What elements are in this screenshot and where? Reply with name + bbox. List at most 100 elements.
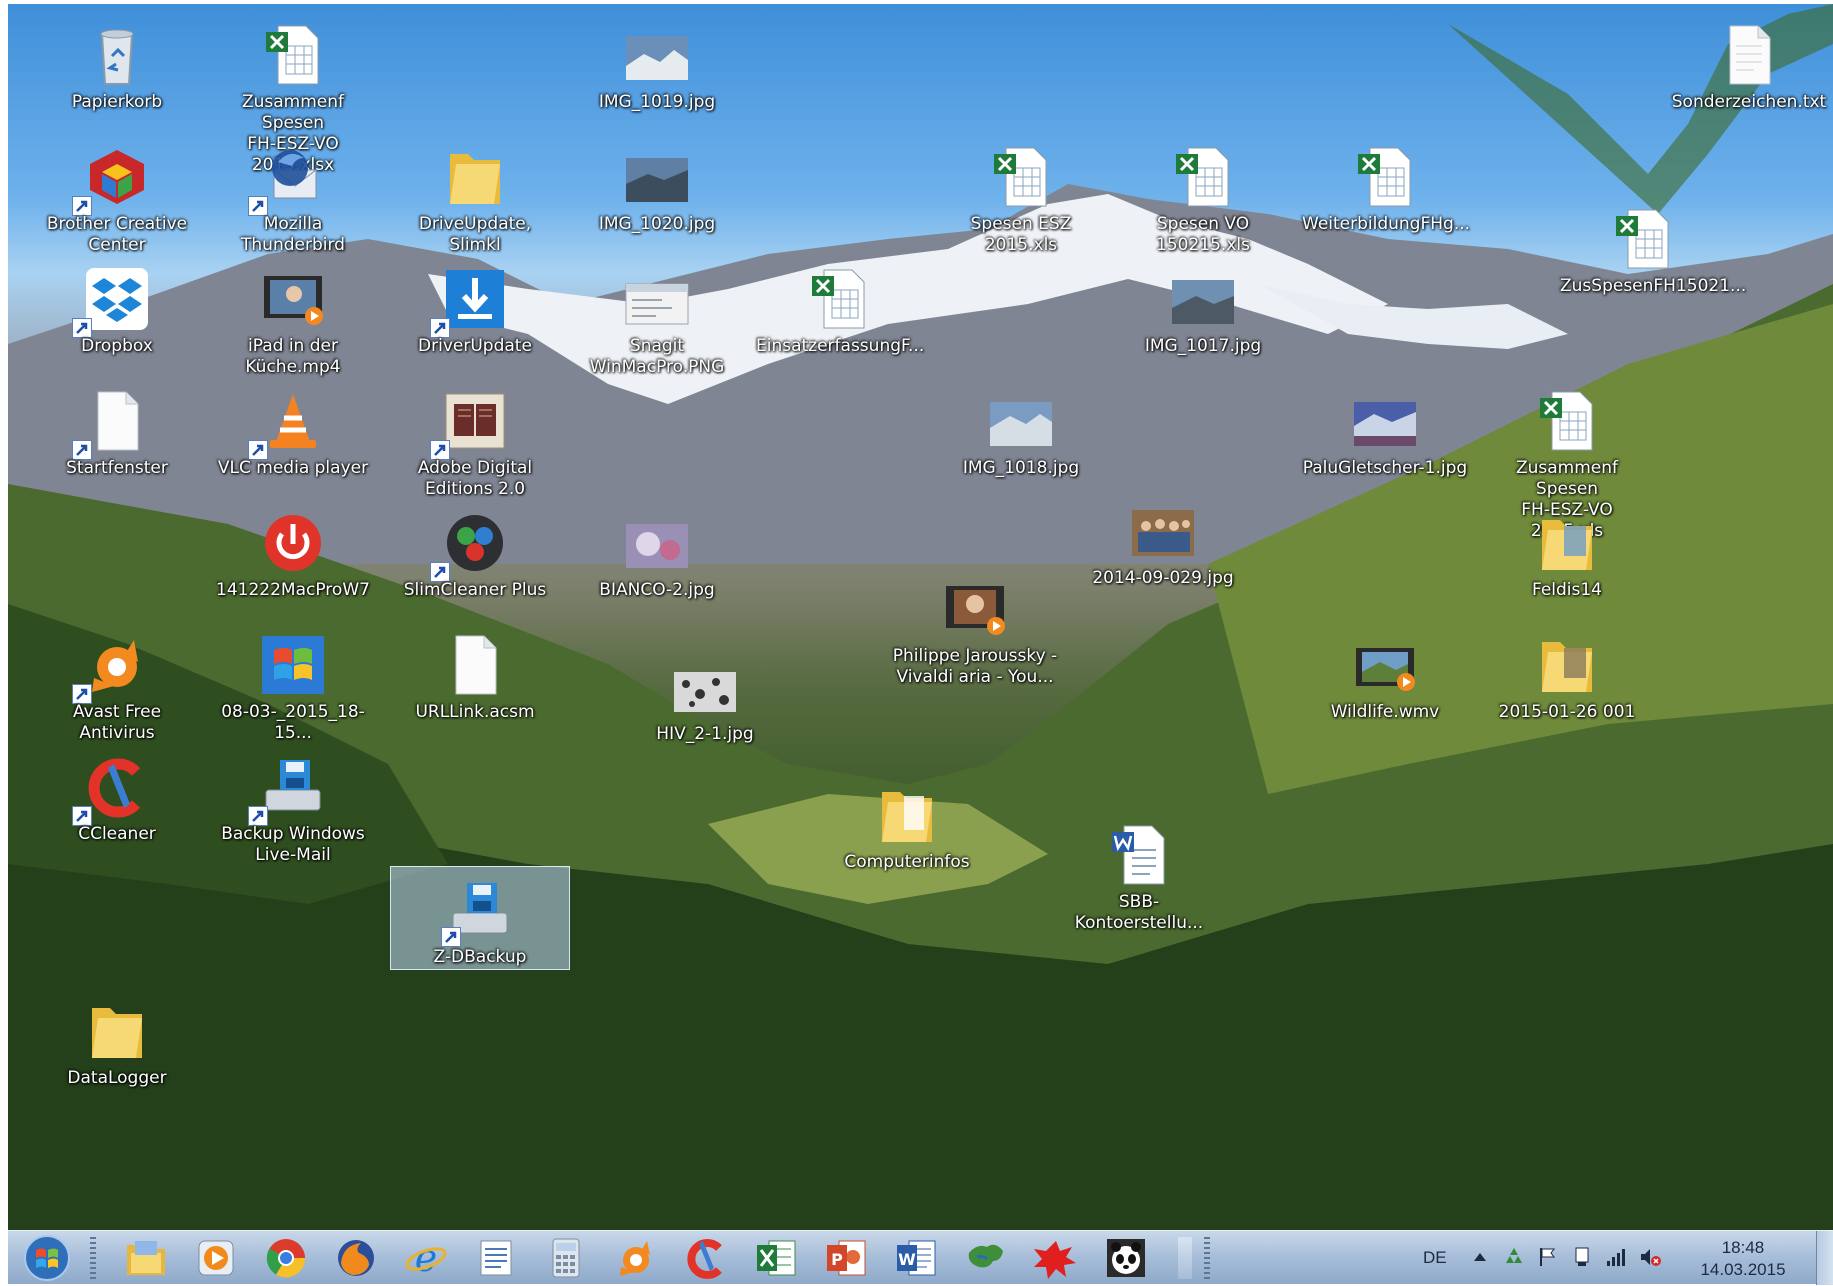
word-icon[interactable]: W bbox=[890, 1235, 942, 1281]
desktop-icon-hiv-2-1[interactable]: HIV_2-1.jpg bbox=[620, 644, 790, 764]
desktop-icon-philippe-jaroussky[interactable]: Philippe Jaroussky - Vivaldi aria - You.… bbox=[890, 566, 1060, 687]
icon-label: SlimCleaner Plus bbox=[403, 580, 547, 600]
desktop-icon-slimcleaner-plus[interactable]: SlimCleaner Plus bbox=[390, 500, 560, 620]
map-icon[interactable] bbox=[960, 1235, 1012, 1281]
desktop-icon-z-dbackup[interactable]: Z-DBackup bbox=[390, 866, 570, 970]
desktop-icon-img-1017[interactable]: IMG_1017.jpg bbox=[1118, 256, 1288, 376]
desktop-icon-palugletscher[interactable]: PaluGletscher-1.jpg bbox=[1300, 378, 1470, 498]
start-button[interactable] bbox=[20, 1234, 74, 1282]
network-signal-icon[interactable] bbox=[1604, 1245, 1628, 1269]
image-file-icon bbox=[988, 388, 1054, 454]
shortcut-arrow-icon bbox=[72, 806, 92, 826]
desktop-icon-startfenster[interactable]: Startfenster bbox=[32, 378, 202, 498]
desktop-icon-sonderzeichen[interactable]: Sonderzeichen.txt bbox=[1664, 12, 1833, 132]
firefox-icon[interactable] bbox=[330, 1235, 382, 1281]
excel-file-icon bbox=[806, 266, 872, 332]
powerpoint-icon[interactable]: P bbox=[820, 1235, 872, 1281]
desktop-icon-urllink[interactable]: URLLink.acsm bbox=[390, 622, 560, 742]
icon-label: Sonderzeichen.txt bbox=[1671, 92, 1827, 112]
language-indicator[interactable]: DE bbox=[1423, 1248, 1447, 1268]
image-file-icon bbox=[672, 654, 738, 720]
safely-remove-hardware-icon[interactable] bbox=[1570, 1245, 1594, 1269]
desktop-icon-adobe-digital-editions[interactable]: Adobe Digital Editions 2.0 bbox=[390, 378, 560, 499]
panda-icon[interactable] bbox=[1100, 1235, 1152, 1281]
desktop-icon-bianco-2[interactable]: BIANCO-2.jpg bbox=[572, 500, 742, 620]
image-file-icon bbox=[1170, 266, 1236, 332]
desktop-icon-dropbox[interactable]: Dropbox bbox=[32, 256, 202, 376]
volume-muted-icon[interactable] bbox=[1638, 1245, 1662, 1269]
desktop-icon-vlc[interactable]: VLC media player bbox=[208, 378, 378, 498]
desktop-icon-zusammenf-spesen-xls[interactable]: Zusammenf Spesen FH-ESZ-VO 2015.xls bbox=[1482, 378, 1652, 541]
brother-creative-center-icon bbox=[84, 144, 150, 210]
desktop-icon-thunderbird[interactable]: Mozilla Thunderbird bbox=[208, 134, 378, 255]
desktop-icon-img-1020[interactable]: IMG_1020.jpg bbox=[572, 134, 742, 254]
desktop-icon-ccleaner[interactable]: CCleaner bbox=[32, 744, 202, 864]
icon-label: Spesen VO 150215.xls bbox=[1156, 214, 1250, 255]
icon-label: Philippe Jaroussky - Vivaldi aria - You.… bbox=[892, 646, 1058, 687]
icon-label: 08-03-_2015_18-15... bbox=[221, 702, 365, 743]
desktop-icon-snagit-png[interactable]: Snagit WinMacPro.PNG bbox=[572, 256, 742, 377]
desktop-icon-2014-09-029[interactable]: 2014-09-029.jpg bbox=[1078, 488, 1248, 608]
action-center-flag-icon[interactable] bbox=[1536, 1245, 1560, 1269]
clock[interactable]: 18:48 14.03.2015 bbox=[1688, 1237, 1798, 1281]
icon-label: Computerinfos bbox=[844, 852, 970, 872]
show-desktop-button[interactable] bbox=[1816, 1231, 1833, 1285]
desktop-icon-screenshot-image[interactable]: 08-03-_2015_18-15... bbox=[208, 622, 378, 743]
shortcut-arrow-icon bbox=[248, 440, 268, 460]
desktop[interactable]: Papierkorb Brother Creative Center Dropb… bbox=[8, 4, 1833, 1230]
icon-label: Papierkorb bbox=[71, 92, 163, 112]
desktop-icon-recycle-bin[interactable]: Papierkorb bbox=[32, 12, 202, 132]
desktop-icon-computerinfos[interactable]: Computerinfos bbox=[822, 772, 992, 892]
avast-icon[interactable] bbox=[610, 1235, 662, 1281]
power-icon bbox=[260, 510, 326, 576]
desktop-icon-zusammenf-spesen-xlsx[interactable]: Zusammenf Spesen FH-ESZ-VO 2015.xlsx bbox=[208, 12, 378, 175]
desktop-icon-avast[interactable]: Avast Free Antivirus bbox=[32, 622, 202, 743]
desktop-icon-ipad-video[interactable]: iPad in der Küche.mp4 bbox=[208, 256, 378, 377]
desktop-icon-spesen-vo[interactable]: Spesen VO 150215.xls bbox=[1118, 134, 1288, 255]
desktop-icon-spesen-esz[interactable]: Spesen ESZ 2015.xls bbox=[936, 134, 1106, 255]
blank-file-icon bbox=[442, 632, 508, 698]
desktop-icon-sbb-kontoerstellung[interactable]: SBB-Kontoerstellu... bbox=[1054, 812, 1224, 933]
taskbar-grip[interactable] bbox=[1204, 1237, 1210, 1279]
recycle-tray-icon[interactable] bbox=[1502, 1245, 1526, 1269]
excel-icon[interactable] bbox=[750, 1235, 802, 1281]
desktop-icon-driverupdate[interactable]: DriverUpdate bbox=[390, 256, 560, 376]
desktop-icon-141222macprow7[interactable]: 141222MacProW7 bbox=[208, 500, 378, 620]
desktop-icon-wildlife-wmv[interactable]: Wildlife.wmv bbox=[1300, 622, 1470, 742]
video-file-icon bbox=[1352, 632, 1418, 698]
desktop-icon-backup-windows-live-mail[interactable]: Backup Windows Live-Mail bbox=[208, 744, 378, 865]
media-player-icon[interactable] bbox=[190, 1235, 242, 1281]
desktop-icon-img-1019[interactable]: IMG_1019.jpg bbox=[572, 12, 742, 132]
icon-label: WeiterbildungFHg... bbox=[1302, 214, 1471, 234]
show-hidden-icons-chevron-up-icon[interactable] bbox=[1468, 1245, 1492, 1269]
excel-file-icon bbox=[1170, 144, 1236, 210]
desktop-icon-2015-01-26-001[interactable]: 2015-01-26 001 bbox=[1482, 622, 1652, 742]
desktop-icon-feldis14[interactable]: Feldis14 bbox=[1482, 500, 1652, 620]
taskbar-grip[interactable] bbox=[90, 1237, 96, 1279]
calculator-icon[interactable] bbox=[540, 1235, 592, 1281]
desktop-icon-weiterbildung[interactable]: WeiterbildungFHg... bbox=[1300, 134, 1470, 254]
red-splash-icon[interactable] bbox=[1030, 1235, 1082, 1281]
icon-label: DriveUpdate, Slimkl bbox=[418, 214, 532, 255]
desktop-icon-brother-creative-center[interactable]: Brother Creative Center bbox=[32, 134, 202, 255]
desktop-icon-driveupdate-folder[interactable]: DriveUpdate, Slimkl bbox=[390, 134, 560, 255]
wordpad-icon[interactable] bbox=[470, 1235, 522, 1281]
explorer-icon[interactable] bbox=[120, 1235, 172, 1281]
internet-explorer-icon[interactable]: e bbox=[400, 1235, 452, 1281]
driver-update-icon bbox=[442, 266, 508, 332]
taskbar-scroll-button[interactable] bbox=[1178, 1237, 1192, 1279]
icon-label: IMG_1018.jpg bbox=[962, 458, 1080, 478]
desktop-icon-zusspesenfh[interactable]: ZusSpesenFH15021... bbox=[1558, 196, 1746, 316]
chrome-icon[interactable] bbox=[260, 1235, 312, 1281]
icon-label: DataLogger bbox=[67, 1068, 167, 1088]
icon-label: Avast Free Antivirus bbox=[72, 702, 162, 743]
desktop-icon-img-1018[interactable]: IMG_1018.jpg bbox=[936, 378, 1106, 498]
ccleaner-icon[interactable] bbox=[680, 1235, 732, 1281]
shortcut-arrow-icon bbox=[441, 927, 461, 947]
desktop-icon-einsatzerfassung[interactable]: EinsatzerfassungF... bbox=[754, 256, 924, 376]
desktop-icon-datalogger[interactable]: DataLogger bbox=[32, 988, 202, 1108]
video-file-icon bbox=[260, 266, 326, 332]
image-file-icon bbox=[1130, 498, 1196, 564]
adobe-digital-editions-icon bbox=[442, 388, 508, 454]
icon-label: 2014-09-029.jpg bbox=[1092, 568, 1234, 588]
